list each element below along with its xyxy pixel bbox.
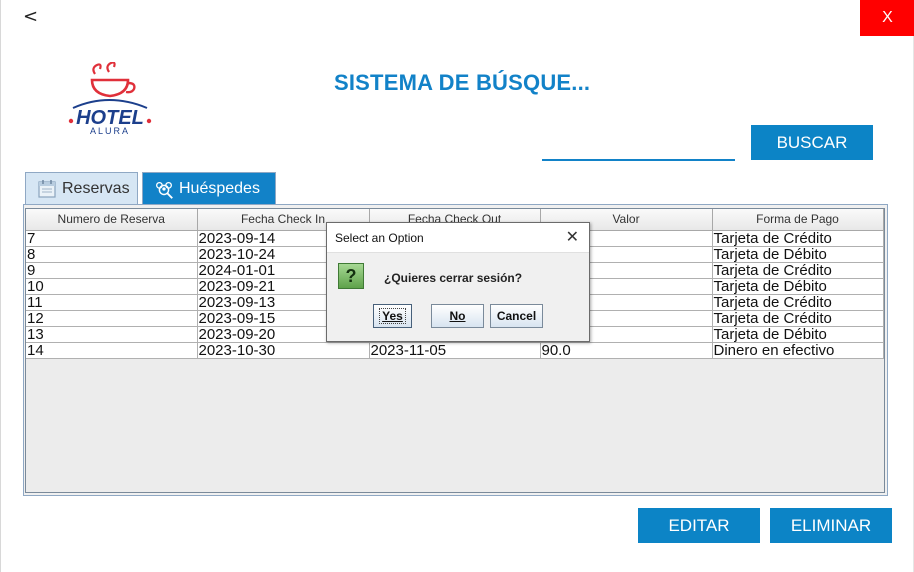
dialog-close-button[interactable]: ✕: [566, 227, 579, 246]
question-icon: ?: [338, 263, 364, 289]
table-cell[interactable]: Tarjeta de Débito: [712, 246, 884, 263]
dialog-title: Select an Option: [335, 231, 424, 245]
tab-reservas-label: Reservas: [62, 179, 130, 197]
table-cell[interactable]: 2023-11-05: [369, 342, 541, 359]
no-button[interactable]: No: [431, 304, 484, 328]
calendar-icon: [38, 179, 56, 198]
search-input[interactable]: [542, 135, 735, 161]
column-header[interactable]: Numero de Reserva: [26, 209, 198, 231]
guests-icon: [156, 181, 173, 199]
dialog-message: ¿Quieres cerrar sesión?: [384, 271, 523, 285]
hotel-alura-logo: HOTEL ALURA: [68, 62, 152, 136]
table-cell[interactable]: 12: [26, 310, 198, 327]
table-cell[interactable]: 13: [26, 326, 198, 343]
table-cell[interactable]: 7: [26, 230, 198, 247]
search-button[interactable]: BUSCAR: [751, 125, 873, 160]
table-cell[interactable]: Tarjeta de Crédito: [712, 262, 884, 279]
column-header[interactable]: Forma de Pago: [712, 209, 884, 231]
tab-huespedes[interactable]: Huéspedes: [142, 172, 276, 204]
back-button[interactable]: <: [23, 6, 38, 27]
table-cell[interactable]: 2023-10-30: [197, 342, 370, 359]
table-cell[interactable]: Tarjeta de Crédito: [712, 310, 884, 327]
yes-button[interactable]: Yes: [373, 304, 412, 328]
dialog-titlebar: Select an Option ✕: [327, 223, 589, 253]
table-cell[interactable]: 11: [26, 294, 198, 311]
tab-reservas[interactable]: Reservas: [25, 172, 138, 204]
logo-subtext: ALURA: [90, 126, 130, 136]
yes-button-label: Yes: [379, 308, 406, 324]
table-cell[interactable]: Tarjeta de Crédito: [712, 294, 884, 311]
table-cell[interactable]: 10: [26, 278, 198, 295]
table-cell[interactable]: Tarjeta de Débito: [712, 278, 884, 295]
page-title: SISTEMA DE BÚSQUE...: [334, 70, 591, 95]
table-cell[interactable]: 90.0: [540, 342, 713, 359]
main-window: < X HOTEL ALURA SISTEMA DE BÚSQUE... BUS…: [0, 0, 914, 572]
table-cell[interactable]: 9: [26, 262, 198, 279]
confirm-dialog: Select an Option ✕ ? ¿Quieres cerrar ses…: [326, 222, 590, 342]
table-row[interactable]: 14 2023-10-30 2023-11-05 90.0 Dinero en efec…: [26, 342, 884, 359]
no-button-label: No: [449, 309, 466, 323]
table-cell[interactable]: Dinero en efectivo: [712, 342, 884, 359]
cancel-button[interactable]: Cancel: [490, 304, 543, 328]
table-cell[interactable]: Tarjeta de Crédito: [712, 230, 884, 247]
table-cell[interactable]: 8: [26, 246, 198, 263]
table-cell[interactable]: 14: [26, 342, 198, 359]
cancel-button-label: Cancel: [496, 309, 537, 323]
delete-button[interactable]: ELIMINAR: [770, 508, 892, 543]
edit-button[interactable]: EDITAR: [638, 508, 760, 543]
tab-huespedes-label: Huéspedes: [179, 179, 260, 197]
table-cell[interactable]: Tarjeta de Débito: [712, 326, 884, 343]
window-close-button[interactable]: X: [860, 0, 914, 36]
